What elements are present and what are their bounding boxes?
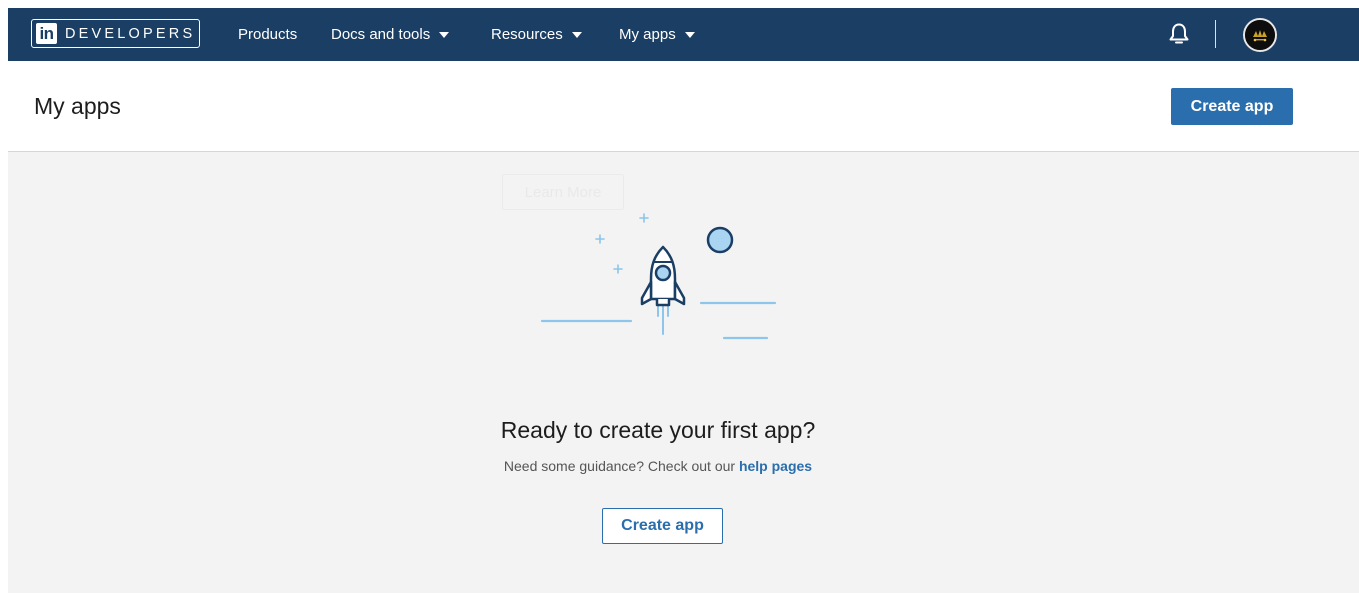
- caret-down-icon: [439, 32, 450, 38]
- nav-divider: [1215, 20, 1216, 48]
- linkedin-developers-logo[interactable]: in DEVELOPERS: [31, 19, 200, 48]
- create-app-button[interactable]: Create app: [1171, 88, 1293, 125]
- caret-down-icon: [684, 32, 695, 38]
- logo-text: DEVELOPERS: [65, 25, 196, 42]
- nav-item-products[interactable]: Products: [238, 8, 297, 61]
- nav-item-label: My apps: [619, 26, 676, 43]
- help-pages-link[interactable]: help pages: [739, 458, 812, 474]
- empty-state-subtitle: Need some guidance? Check out our help p…: [8, 458, 1308, 474]
- nav-item-label: Products: [238, 26, 298, 43]
- app-frame: in DEVELOPERS Products Docs and tools Re…: [8, 8, 1359, 593]
- bell-icon[interactable]: [1168, 22, 1190, 46]
- page-title: My apps: [34, 93, 121, 119]
- nav-item-resources[interactable]: Resources: [491, 8, 582, 61]
- main-content: Learn More Ready to create your first ap…: [8, 152, 1359, 593]
- page-header: My apps Create app: [8, 61, 1359, 152]
- linkedin-in-icon: in: [36, 23, 57, 44]
- nav-item-docs-and-tools[interactable]: Docs and tools: [331, 8, 450, 61]
- rocket-launch-illustration: [538, 202, 783, 342]
- nav-item-label: Docs and tools: [331, 26, 431, 43]
- caret-down-icon: [571, 32, 582, 38]
- top-nav: in DEVELOPERS Products Docs and tools Re…: [8, 8, 1359, 61]
- subtitle-text: Need some guidance? Check out our: [503, 458, 736, 474]
- empty-state-title: Ready to create your first app?: [500, 417, 816, 443]
- create-app-secondary-button[interactable]: Create app: [602, 508, 723, 544]
- user-avatar[interactable]: [1243, 18, 1277, 52]
- nav-item-my-apps[interactable]: My apps: [619, 8, 695, 61]
- nav-item-label: Resources: [491, 26, 563, 43]
